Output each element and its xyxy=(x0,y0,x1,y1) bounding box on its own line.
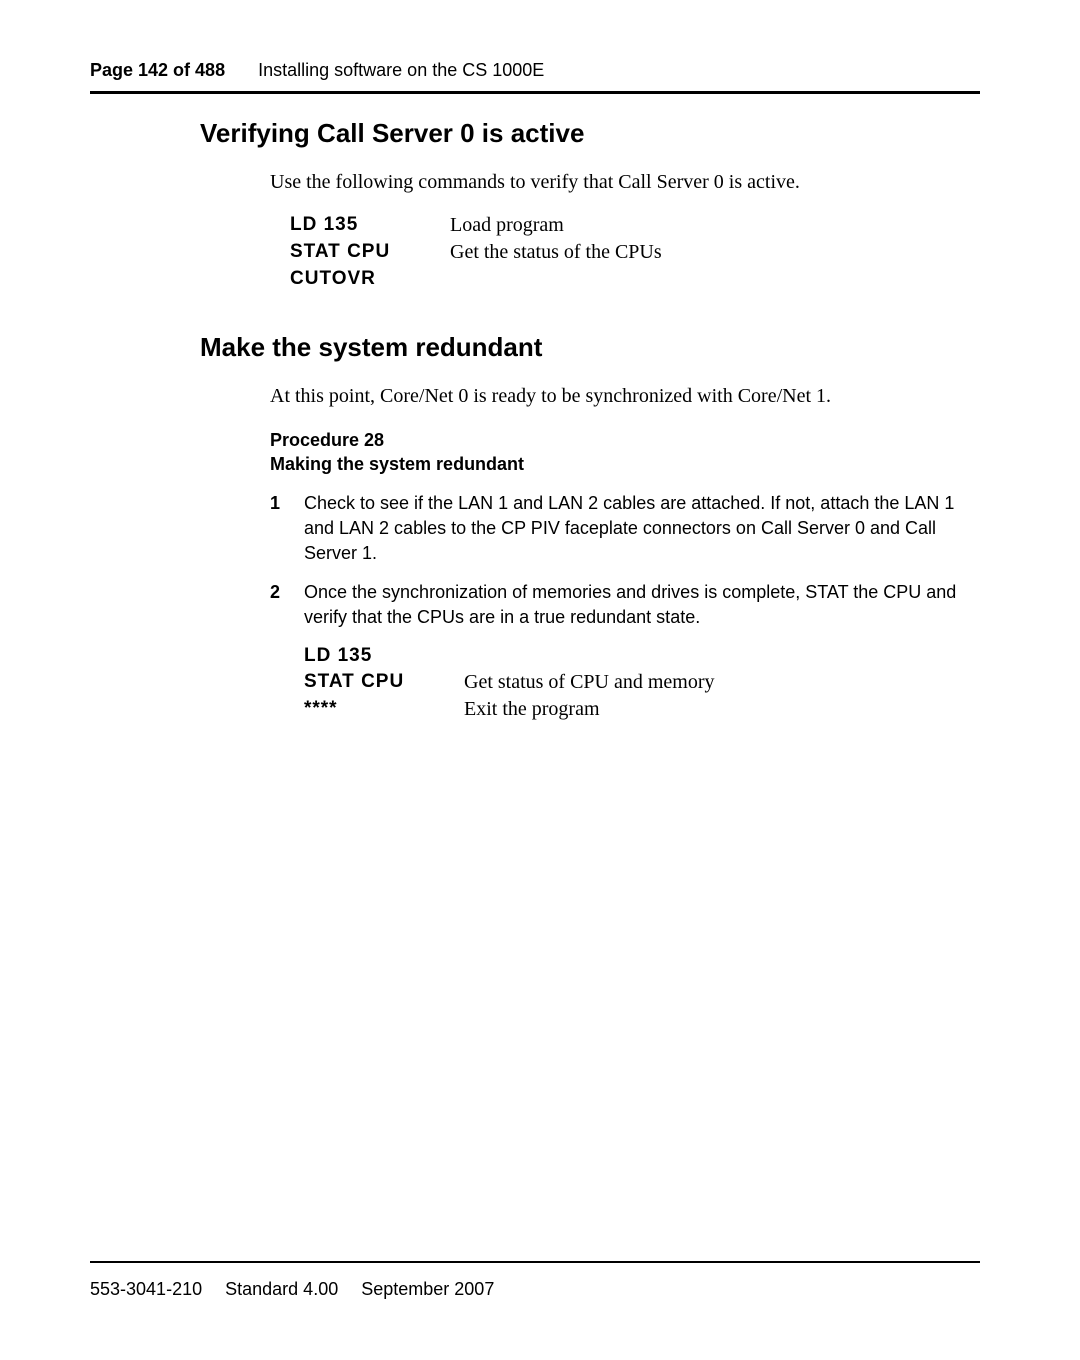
section-name: Installing software on the CS 1000E xyxy=(258,60,544,80)
page-number: Page 142 of 488 xyxy=(90,60,225,80)
cmd-statcpu: STAT CPU xyxy=(290,241,450,264)
footer-version: Standard 4.00 xyxy=(225,1279,338,1299)
step-1-num: 1 xyxy=(270,491,304,567)
step-1: 1 Check to see if the LAN 1 and LAN 2 ca… xyxy=(270,491,980,567)
heading-verifying: Verifying Call Server 0 is active xyxy=(200,118,980,149)
section1-intro: Use the following commands to verify tha… xyxy=(270,169,980,196)
step-2: 2 Once the synchronization of memories a… xyxy=(270,580,980,630)
cmd2-statcpu-desc: Get status of CPU and memory xyxy=(464,671,715,694)
cmd-ld135: LD 135 xyxy=(290,214,450,237)
cmd2-ld135: LD 135 xyxy=(304,645,464,667)
cmd-cutovr: CUTOVR xyxy=(290,268,450,290)
footer-rule xyxy=(90,1261,980,1263)
command-table-2: LD 135 STAT CPU Get status of CPU and me… xyxy=(304,645,980,721)
step-2-num: 2 xyxy=(270,580,304,630)
procedure-number: Procedure 28 xyxy=(270,428,980,452)
step-2-text: Once the synchronization of memories and… xyxy=(304,580,980,630)
page-footer: 553-3041-210 Standard 4.00 September 200… xyxy=(90,1261,980,1300)
footer-docnum: 553-3041-210 xyxy=(90,1279,202,1299)
cmd2-exit-desc: Exit the program xyxy=(464,698,600,721)
procedure-title: Making the system redundant xyxy=(270,452,980,476)
page-header: Page 142 of 488 Installing software on t… xyxy=(90,60,980,81)
section2-intro: At this point, Core/Net 0 is ready to be… xyxy=(270,383,980,410)
cmd-statcpu-desc: Get the status of the CPUs xyxy=(450,241,662,264)
cmd2-exit: **** xyxy=(304,698,464,721)
command-table-1: LD 135 Load program STAT CPU Get the sta… xyxy=(290,214,980,290)
procedure-heading: Procedure 28 Making the system redundant xyxy=(270,428,980,477)
cmd2-statcpu: STAT CPU xyxy=(304,671,464,694)
footer-date: September 2007 xyxy=(361,1279,494,1299)
step-1-text: Check to see if the LAN 1 and LAN 2 cabl… xyxy=(304,491,980,567)
header-rule xyxy=(90,91,980,94)
heading-redundant: Make the system redundant xyxy=(200,332,980,363)
cmd-ld135-desc: Load program xyxy=(450,214,564,237)
